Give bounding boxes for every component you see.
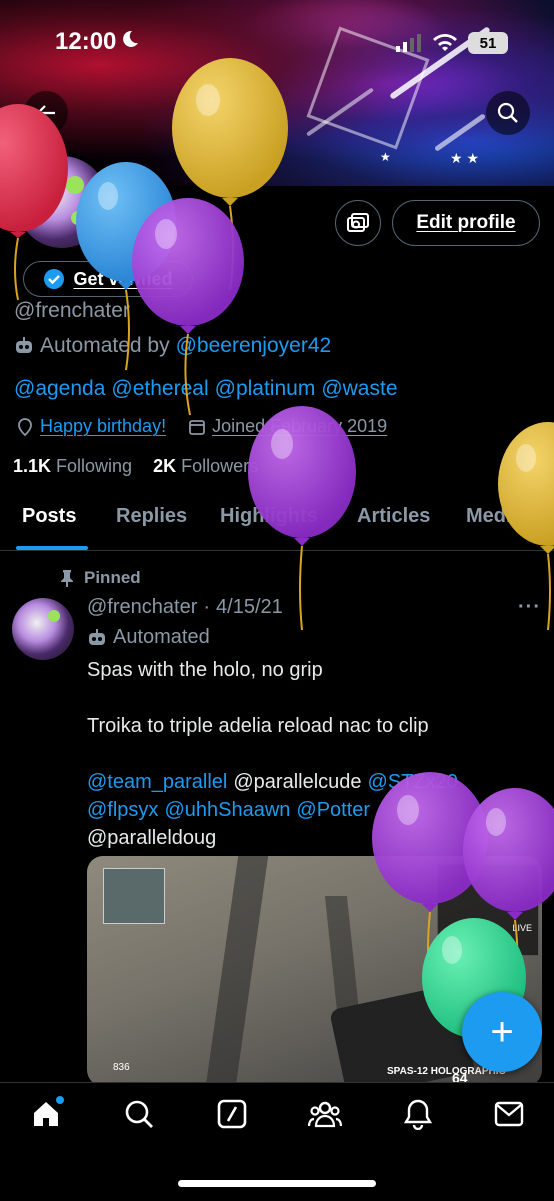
profile-bio: @agenda @ethereal @platinum @waste	[14, 377, 398, 401]
wifi-icon	[433, 34, 457, 51]
battery-level: 51	[479, 34, 497, 52]
post-automated-label: Automated	[113, 626, 210, 648]
post-mentions-row: @team_parallel @parallelcude @STZx20	[87, 768, 542, 796]
post-line-1: Spas with the holo, no grip	[87, 659, 323, 681]
follow-stats: 1.1K Following 2K Followers	[13, 456, 258, 477]
bio-mention[interactable]: @waste	[321, 377, 397, 401]
location-icon	[18, 417, 32, 436]
minimap	[103, 868, 165, 924]
edit-profile-label: Edit profile	[416, 212, 516, 233]
post-text: Spas with the holo, no grip Troika to tr…	[87, 656, 542, 852]
live-label: LIVE	[512, 923, 532, 933]
profile-meta: Happy birthday! Joined February 2019	[16, 416, 387, 437]
bio-mention[interactable]: @agenda	[14, 377, 105, 401]
messages-icon	[494, 1101, 524, 1127]
search-icon	[497, 102, 518, 123]
following-label[interactable]: Following	[56, 456, 132, 477]
compose-button[interactable]: +	[462, 992, 542, 1072]
home-indicator	[178, 1180, 376, 1187]
battery-icon: 51	[468, 32, 508, 54]
nav-notifications[interactable]	[398, 1094, 438, 1134]
post-handle[interactable]: @frenchater	[87, 596, 197, 619]
tab-media[interactable]: Media	[466, 505, 523, 528]
communities-icon	[308, 1101, 342, 1128]
nav-communities[interactable]	[305, 1094, 345, 1134]
profile-avatar[interactable]	[12, 152, 112, 252]
post-avatar[interactable]	[12, 598, 74, 660]
calendar-icon	[189, 419, 205, 435]
home-notification-dot	[56, 1096, 64, 1104]
post-mention[interactable]: @team_parallel	[87, 768, 227, 796]
followers-label[interactable]: Followers	[181, 456, 258, 477]
followers-count[interactable]: 2K	[153, 456, 176, 477]
back-arrow-icon	[36, 105, 55, 121]
nav-messages[interactable]	[489, 1094, 529, 1134]
tabs-divider	[0, 550, 554, 551]
post-header: @frenchater · 4/15/21	[87, 596, 283, 619]
automated-by-row: Automated by @beerenjoyer42	[14, 334, 331, 358]
notifications-icon	[403, 1099, 433, 1130]
post-mention[interactable]: @parallelcude	[233, 768, 361, 796]
more-icon[interactable]: ···	[518, 596, 541, 619]
following-count[interactable]: 1.1K	[13, 456, 51, 477]
post-mentions-row: @flpsyx @uhhShaawn @Potter	[87, 796, 542, 824]
status-icons: 51	[396, 32, 508, 54]
pinned-label: Pinned	[84, 568, 141, 587]
moon-icon	[120, 28, 140, 56]
shadow-pole	[205, 856, 269, 1086]
bio-mention[interactable]: @platinum	[215, 377, 316, 401]
search-button[interactable]	[486, 91, 530, 135]
tab-highlights[interactable]: Highlights	[220, 505, 318, 528]
post-automated-row: Automated	[87, 626, 210, 649]
webcam-overlay: LIVE	[437, 864, 539, 956]
post-mention[interactable]: @STZx20	[368, 768, 458, 796]
robot-icon	[89, 628, 105, 645]
profile-media-button[interactable]	[335, 200, 381, 246]
back-button[interactable]	[24, 91, 68, 135]
post-mention[interactable]: @flpsyx	[87, 796, 158, 824]
nav-grok[interactable]	[212, 1094, 252, 1134]
tab-articles[interactable]: Articles	[357, 505, 430, 528]
tab-posts[interactable]: Posts	[22, 505, 76, 528]
bio-mention[interactable]: @ethereal	[111, 377, 208, 401]
profile-handle: @frenchater	[14, 299, 130, 322]
post-mention[interactable]: @uhhShaawn	[164, 796, 290, 824]
compose-plus-icon: +	[490, 1010, 514, 1054]
get-verified-button[interactable]: Get verified	[23, 261, 193, 297]
post-mention[interactable]: @Potter	[296, 796, 370, 824]
hud-left-text: 836	[113, 1062, 130, 1073]
tab-replies[interactable]: Replies	[116, 505, 187, 528]
nav-explore[interactable]	[119, 1094, 159, 1134]
edit-profile-button[interactable]: Edit profile	[392, 200, 540, 246]
status-time: 12:00	[55, 28, 117, 55]
status-bar-time-group: 12:00	[55, 28, 140, 56]
get-verified-label: Get verified	[73, 268, 173, 289]
pin-icon	[61, 570, 73, 587]
grok-icon	[217, 1099, 247, 1129]
automated-by-link[interactable]: @beerenjoyer42	[176, 334, 332, 358]
nav-home[interactable]	[26, 1094, 66, 1134]
signal-icon	[396, 34, 421, 52]
gallery-icon	[347, 213, 369, 232]
pinned-row: Pinned	[60, 568, 141, 588]
post-line-2: Troika to triple adelia reload nac to cl…	[87, 715, 429, 737]
post-date[interactable]: 4/15/21	[216, 596, 283, 619]
explore-icon	[125, 1100, 153, 1128]
post-separator: ·	[203, 596, 211, 618]
birthday-link[interactable]: Happy birthday!	[40, 416, 166, 437]
joined-date: Joined February 2019	[212, 416, 388, 436]
verified-badge-icon	[44, 269, 65, 289]
post-mention[interactable]: @paralleldoug	[87, 824, 542, 852]
automated-by-prefix: Automated by	[40, 334, 170, 357]
robot-icon	[16, 337, 32, 353]
